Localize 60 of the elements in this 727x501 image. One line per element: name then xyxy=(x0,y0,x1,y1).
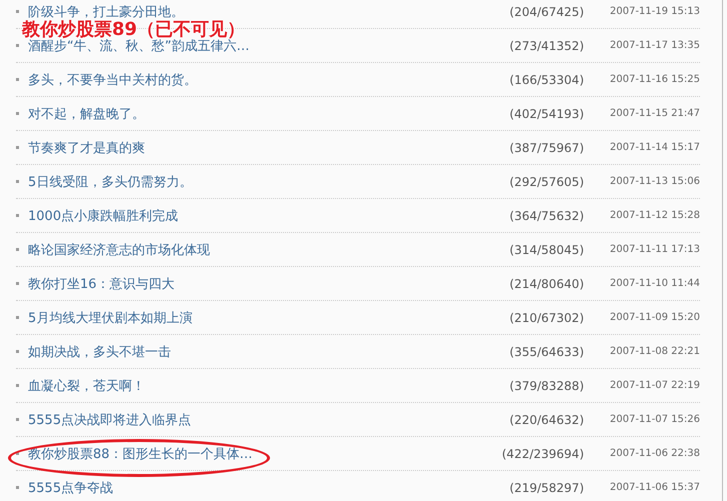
bullet-icon xyxy=(16,112,19,115)
post-date: 2007-11-10 11:44 xyxy=(608,278,700,289)
comment-count: (402/54193) xyxy=(510,106,584,120)
post-date: 2007-11-06 15:37 xyxy=(608,482,700,493)
comment-count: (292/57605) xyxy=(510,174,584,188)
comment-count: (204/67425) xyxy=(510,4,584,18)
bullet-icon xyxy=(16,384,19,387)
comment-count: (219/58297) xyxy=(510,480,584,494)
comment-count: (422/239694) xyxy=(502,446,584,460)
comment-count: (364/75632) xyxy=(510,208,584,222)
post-title-link[interactable]: 对不起，解盘晚了。 xyxy=(28,104,510,122)
post-date: 2007-11-15 21:47 xyxy=(608,108,700,119)
bullet-icon xyxy=(16,418,19,421)
comment-count: (210/67302) xyxy=(510,310,584,324)
bullet-icon xyxy=(16,282,19,285)
post-title-link[interactable]: 5月均线大埋伏剧本如期上演 xyxy=(28,308,510,326)
post-title-link[interactable]: 教你打坐16：意识与四大 xyxy=(28,274,510,292)
bullet-icon xyxy=(16,214,19,217)
post-date: 2007-11-14 15:17 xyxy=(608,142,700,153)
bullet-icon xyxy=(16,78,19,81)
bullet-icon xyxy=(16,486,19,489)
post-title-link[interactable]: 多头，不要争当中关村的货。 xyxy=(28,70,510,88)
bullet-icon xyxy=(16,44,19,47)
post-date: 2007-11-06 22:38 xyxy=(608,448,700,459)
post-date: 2007-11-09 15:20 xyxy=(608,312,700,323)
comment-count: (273/41352) xyxy=(510,38,584,52)
post-title-link[interactable]: 节奏爽了才是真的爽 xyxy=(28,138,510,156)
post-title-link[interactable]: 阶级斗争，打土豪分田地。 xyxy=(28,2,510,20)
comment-count: (214/80640) xyxy=(510,276,584,290)
post-title-link[interactable]: 5日线受阻，多头仍需努力。 xyxy=(28,172,510,190)
bullet-icon xyxy=(16,180,19,183)
bullet-icon xyxy=(16,350,19,353)
bullet-icon xyxy=(16,316,19,319)
post-date: 2007-11-19 15:13 xyxy=(608,6,700,17)
post-date: 2007-11-16 15:25 xyxy=(608,74,700,85)
comment-count: (379/83288) xyxy=(510,378,584,392)
post-title-link[interactable]: 略论国家经济意志的市场化体现 xyxy=(28,240,510,258)
bullet-icon xyxy=(16,452,19,455)
post-date: 2007-11-17 13:35 xyxy=(608,40,700,51)
post-date: 2007-11-08 22:21 xyxy=(608,346,700,357)
bullet-icon xyxy=(16,146,19,149)
comment-count: (355/64633) xyxy=(510,344,584,358)
post-date: 2007-11-11 17:13 xyxy=(608,244,700,255)
post-date: 2007-11-07 22:19 xyxy=(608,380,700,391)
comment-count: (220/64632) xyxy=(510,412,584,426)
post-title-link[interactable]: 5555点决战即将进入临界点 xyxy=(28,410,510,428)
comment-count: (387/75967) xyxy=(510,140,584,154)
post-title-link[interactable]: 5555点争夺战 xyxy=(28,478,510,496)
bullet-icon xyxy=(16,248,19,251)
post-title-link[interactable]: 教你炒股票88：图形生长的一个具体… xyxy=(28,444,502,462)
post-date: 2007-11-07 15:26 xyxy=(608,414,700,425)
post-title-link[interactable]: 如期决战，多头不堪一击 xyxy=(28,342,510,360)
bullet-icon xyxy=(16,10,19,13)
annotation-text: 教你炒股票89（已不可见） xyxy=(22,18,246,40)
comment-count: (166/53304) xyxy=(510,72,584,86)
post-date: 2007-11-13 15:06 xyxy=(608,176,700,187)
post-title-link[interactable]: 1000点小康跌幅胜利完成 xyxy=(28,206,510,224)
post-date: 2007-11-12 15:28 xyxy=(608,210,700,221)
post-title-link[interactable]: 血凝心裂，苍天啊！ xyxy=(28,376,510,394)
comment-count: (314/58045) xyxy=(510,242,584,256)
